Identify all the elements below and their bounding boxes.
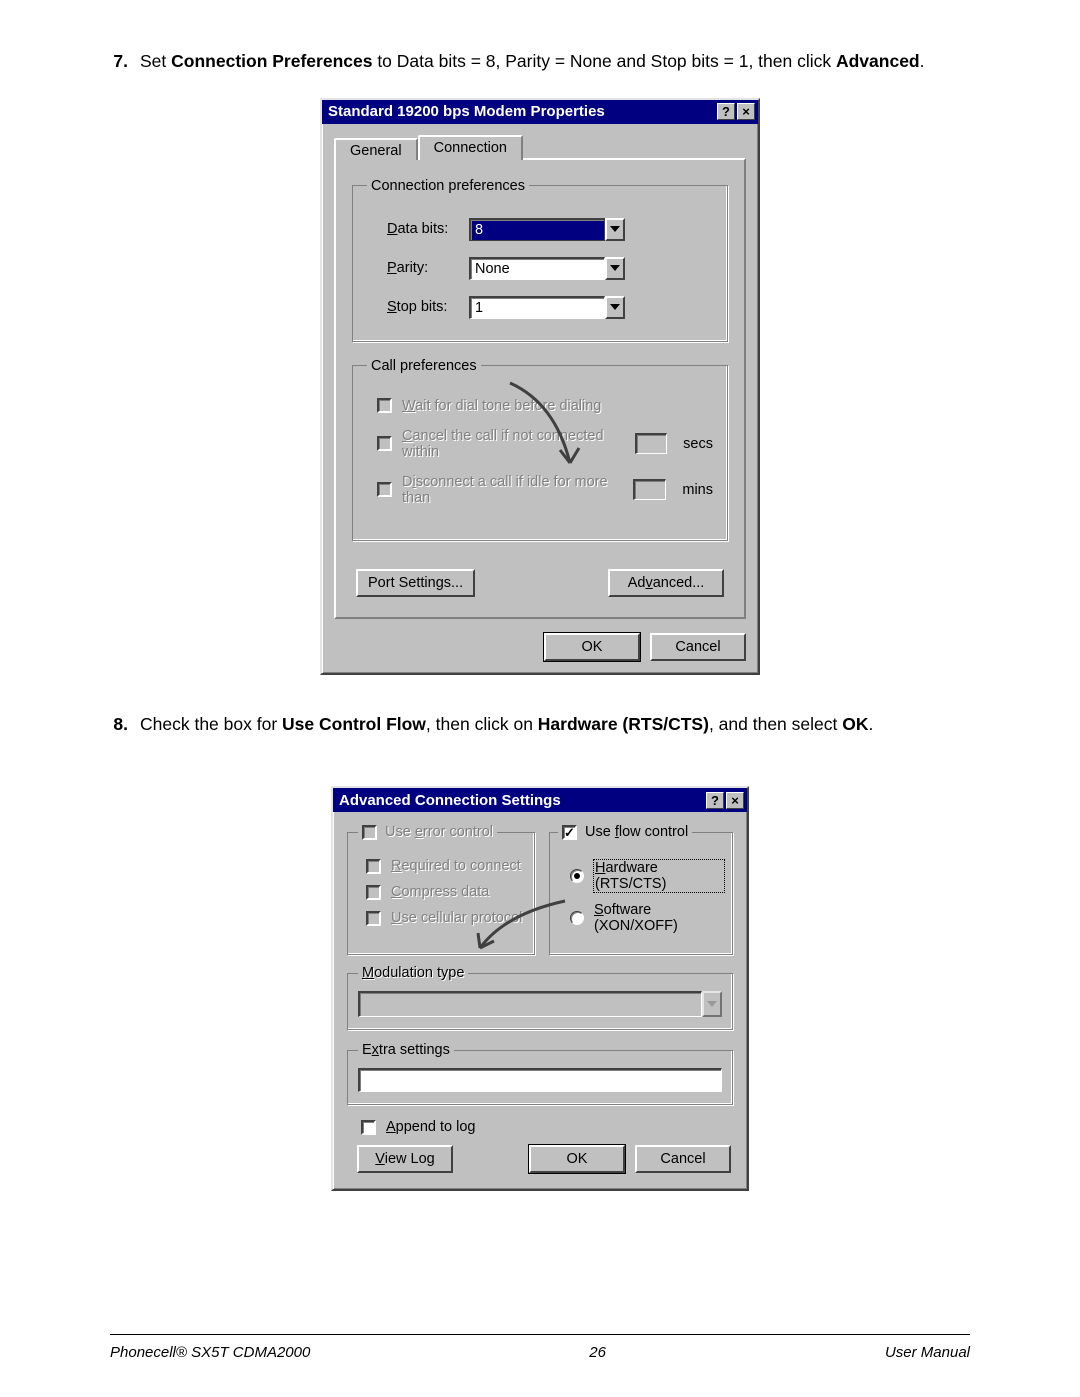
extra-settings-input[interactable] bbox=[358, 1068, 722, 1092]
checkbox-icon[interactable] bbox=[377, 482, 392, 497]
step-7: 7. Set Connection Preferences to Data bi… bbox=[110, 50, 970, 74]
modulation-legend: Modulation type bbox=[358, 965, 468, 981]
step-7-text: Set Connection Preferences to Data bits … bbox=[140, 50, 970, 74]
call-preferences-legend: Call preferences bbox=[367, 358, 481, 374]
cellular-protocol-row[interactable]: Use cellular protocol bbox=[366, 910, 524, 926]
footer-left: Phonecell® SX5T CDMA2000 bbox=[110, 1344, 310, 1361]
cancel-button[interactable]: Cancel bbox=[650, 633, 746, 661]
radio-icon[interactable] bbox=[570, 869, 584, 883]
advanced-button[interactable]: Advanced... bbox=[608, 569, 724, 597]
checkbox-icon[interactable]: ✓ bbox=[562, 825, 577, 840]
chevron-down-icon[interactable] bbox=[605, 257, 625, 280]
checkbox-icon[interactable] bbox=[362, 825, 377, 840]
modulation-combo[interactable] bbox=[358, 991, 722, 1017]
page-footer: Phonecell® SX5T CDMA2000 26 User Manual bbox=[110, 1344, 970, 1361]
extra-settings-legend: Extra settings bbox=[358, 1042, 454, 1058]
step-8-number: 8. bbox=[110, 713, 140, 737]
flow-control-legend[interactable]: ✓ Use flow control bbox=[558, 824, 692, 840]
mins-unit: mins bbox=[682, 482, 713, 498]
ok-button[interactable]: OK bbox=[529, 1145, 625, 1173]
chevron-down-icon[interactable] bbox=[605, 218, 625, 241]
step-8: 8. Check the box for Use Control Flow, t… bbox=[110, 713, 970, 737]
data-bits-value[interactable]: 8 bbox=[469, 218, 605, 241]
stop-bits-label: Stop bits: bbox=[387, 299, 469, 315]
tab-strip: General Connection bbox=[334, 134, 746, 160]
data-bits-label: Data bits: bbox=[387, 221, 469, 237]
dialog-title: Standard 19200 bps Modem Properties bbox=[328, 103, 717, 120]
extra-settings-group: Extra settings bbox=[347, 1042, 733, 1105]
cellular-protocol-label: Use cellular protocol bbox=[391, 910, 522, 926]
stop-bits-combo[interactable]: 1 bbox=[469, 296, 625, 319]
connection-preferences-legend: Connection preferences bbox=[367, 178, 529, 194]
checkbox-icon[interactable] bbox=[377, 398, 392, 413]
parity-combo[interactable]: None bbox=[469, 257, 625, 280]
compress-data-label: Compress data bbox=[391, 884, 489, 900]
hardware-radio-label: Hardware (RTS/CTS) bbox=[594, 860, 724, 892]
dialog-title: Advanced Connection Settings bbox=[339, 792, 706, 809]
required-connect-label: Required to connect bbox=[391, 858, 521, 874]
radio-icon[interactable] bbox=[570, 911, 584, 925]
software-radio-label: Software (XON/XOFF) bbox=[594, 902, 724, 934]
append-log-label: Append to log bbox=[386, 1119, 476, 1135]
disconnect-idle-label: Disconnect a call if idle for more than bbox=[402, 474, 617, 506]
parity-label: Parity: bbox=[387, 260, 469, 276]
footer-page-number: 26 bbox=[589, 1344, 606, 1361]
connection-preferences-group: Connection preferences Data bits: 8 Pari… bbox=[352, 178, 728, 342]
ok-button[interactable]: OK bbox=[544, 633, 640, 661]
wait-dial-tone-label: Wait for dial tone before dialing bbox=[402, 398, 601, 414]
step-7-number: 7. bbox=[110, 50, 140, 74]
disconnect-mins-input[interactable] bbox=[633, 479, 666, 500]
wait-dial-tone-row[interactable]: Wait for dial tone before dialing bbox=[377, 398, 713, 414]
view-log-button[interactable]: View Log bbox=[357, 1145, 453, 1173]
parity-value[interactable]: None bbox=[469, 257, 605, 280]
software-radio-row[interactable]: Software (XON/XOFF) bbox=[570, 902, 724, 934]
chevron-down-icon[interactable] bbox=[702, 991, 722, 1017]
call-preferences-group: Call preferences Wait for dial tone befo… bbox=[352, 358, 728, 541]
tab-general[interactable]: General bbox=[334, 138, 418, 160]
chevron-down-icon[interactable] bbox=[605, 296, 625, 319]
advanced-connection-dialog: Advanced Connection Settings ? × Use err… bbox=[331, 786, 749, 1191]
titlebar[interactable]: Advanced Connection Settings ? × bbox=[333, 788, 747, 812]
disconnect-idle-row[interactable]: Disconnect a call if idle for more than … bbox=[377, 474, 713, 506]
append-log-row[interactable]: Append to log bbox=[361, 1119, 733, 1135]
close-icon[interactable]: × bbox=[737, 103, 755, 120]
modem-properties-dialog: Standard 19200 bps Modem Properties ? × … bbox=[320, 98, 760, 675]
flow-control-group: ✓ Use flow control Hardware (RTS/CTS) So… bbox=[549, 824, 733, 955]
compress-data-row[interactable]: Compress data bbox=[366, 884, 524, 900]
stop-bits-value[interactable]: 1 bbox=[469, 296, 605, 319]
titlebar[interactable]: Standard 19200 bps Modem Properties ? × bbox=[322, 100, 758, 124]
checkbox-icon[interactable] bbox=[366, 911, 381, 926]
hardware-radio-row[interactable]: Hardware (RTS/CTS) bbox=[570, 860, 724, 892]
port-settings-button[interactable]: Port Settings... bbox=[356, 569, 475, 597]
checkbox-icon[interactable] bbox=[366, 885, 381, 900]
required-connect-row[interactable]: Required to connect bbox=[366, 858, 524, 874]
step-8-text: Check the box for Use Control Flow, then… bbox=[140, 713, 970, 737]
cancel-button[interactable]: Cancel bbox=[635, 1145, 731, 1173]
error-control-group: Use error control Required to connect Co… bbox=[347, 824, 535, 955]
data-bits-combo[interactable]: 8 bbox=[469, 218, 625, 241]
modulation-group: Modulation type bbox=[347, 965, 733, 1030]
tab-connection[interactable]: Connection bbox=[418, 135, 523, 160]
tab-panel-connection: Connection preferences Data bits: 8 Pari… bbox=[334, 158, 746, 619]
help-icon[interactable]: ? bbox=[717, 103, 735, 120]
secs-unit: secs bbox=[683, 436, 713, 452]
cancel-call-secs-input[interactable] bbox=[635, 433, 667, 454]
footer-rule bbox=[110, 1334, 970, 1335]
checkbox-icon[interactable] bbox=[366, 859, 381, 874]
modulation-value[interactable] bbox=[358, 991, 702, 1017]
close-icon[interactable]: × bbox=[726, 792, 744, 809]
cancel-call-row[interactable]: Cancel the call if not connected within … bbox=[377, 428, 713, 460]
cancel-call-label: Cancel the call if not connected within bbox=[402, 428, 619, 460]
help-icon[interactable]: ? bbox=[706, 792, 724, 809]
error-control-legend[interactable]: Use error control bbox=[358, 824, 497, 840]
checkbox-icon[interactable] bbox=[377, 436, 392, 451]
footer-right: User Manual bbox=[885, 1344, 970, 1361]
checkbox-icon[interactable] bbox=[361, 1120, 376, 1135]
